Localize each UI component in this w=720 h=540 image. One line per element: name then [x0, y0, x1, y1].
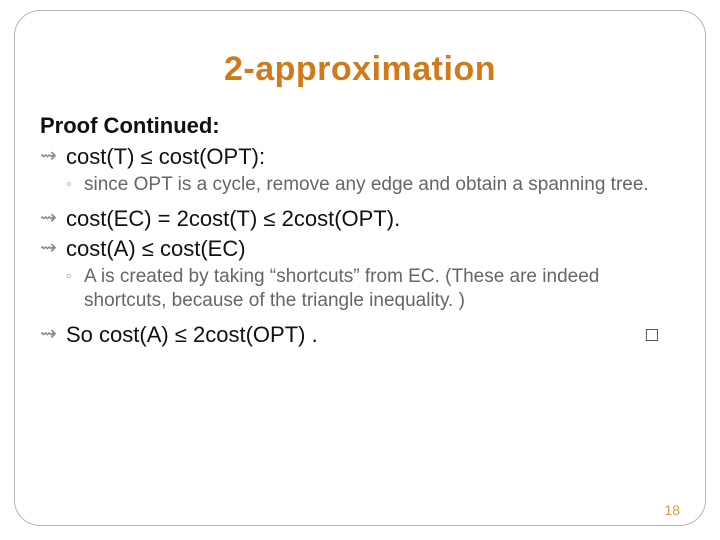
slide-title: 2-approximation [40, 50, 680, 89]
proof-heading: Proof Continued: [40, 113, 680, 139]
bullet-icon: ⇝ [40, 235, 66, 261]
subbullet-opt-cycle: ◦ since OPT is a cycle, remove any edge … [66, 173, 680, 197]
bullet-cost-ec: ⇝ cost(EC) = 2cost(T) ≤ 2cost(OPT). [40, 205, 680, 233]
subbullet-text: A is created by taking “shortcuts” from … [84, 265, 680, 313]
bullet-icon: ⇝ [40, 321, 66, 347]
subbullet-icon: ◦ [66, 173, 84, 197]
bullet-text: cost(T) ≤ cost(OPT): [66, 143, 680, 171]
bullet-text: So cost(A) ≤ 2cost(OPT) . [66, 321, 646, 349]
subbullet-text: since OPT is a cycle, remove any edge an… [84, 173, 680, 197]
slide-content: 2-approximation Proof Continued: ⇝ cost(… [40, 42, 680, 349]
subbullet-icon: ◦ [66, 265, 84, 289]
bullet-icon: ⇝ [40, 205, 66, 231]
bullet-cost-a: ⇝ cost(A) ≤ cost(EC) [40, 235, 680, 263]
bullet-conclusion: ⇝ So cost(A) ≤ 2cost(OPT) . [40, 321, 646, 349]
page-number: 18 [664, 502, 680, 518]
bullet-icon: ⇝ [40, 143, 66, 169]
bullet-cost-t: ⇝ cost(T) ≤ cost(OPT): [40, 143, 680, 171]
slide: 2-approximation Proof Continued: ⇝ cost(… [0, 0, 720, 540]
bullet-text: cost(A) ≤ cost(EC) [66, 235, 680, 263]
conclusion-row: ⇝ So cost(A) ≤ 2cost(OPT) . □ [40, 321, 680, 349]
qed-box: □ [646, 324, 658, 347]
bullet-text: cost(EC) = 2cost(T) ≤ 2cost(OPT). [66, 205, 680, 233]
subbullet-shortcuts: ◦ A is created by taking “shortcuts” fro… [66, 265, 680, 313]
